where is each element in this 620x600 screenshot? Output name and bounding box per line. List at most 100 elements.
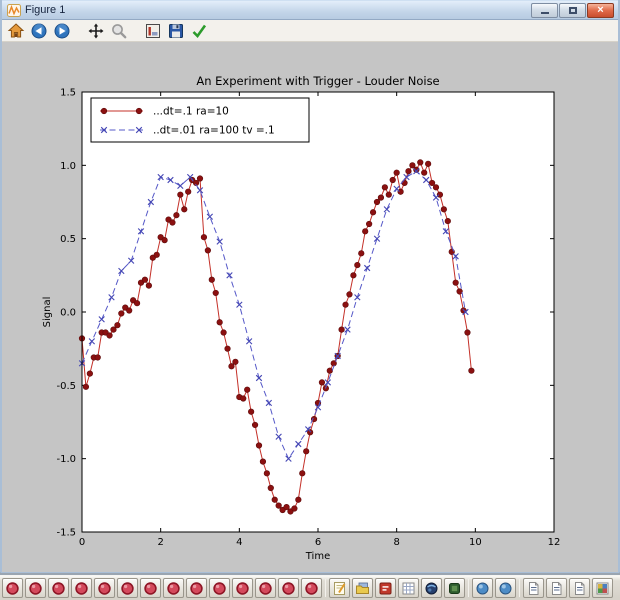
x-tick-label: 4	[236, 537, 242, 548]
globe-icon	[425, 582, 438, 594]
zoom-icon	[112, 23, 127, 38]
pan-tool-button[interactable]	[86, 21, 106, 41]
y-axis-label: Signal	[42, 297, 53, 328]
taskbar-button-blue-sphere[interactable]	[472, 578, 493, 598]
notepad-icon	[334, 581, 346, 595]
taskbar-button-document[interactable]	[523, 578, 544, 598]
figure-window: Figure 1 × An Experiment with Trigger - …	[0, 0, 620, 573]
save-tool-button[interactable]	[166, 21, 186, 41]
pdf-icon	[379, 582, 392, 594]
x-tick-label: 10	[469, 537, 482, 548]
red-dot-icon	[144, 581, 157, 595]
back-icon	[31, 23, 47, 38]
y-tick-label: 1.0	[60, 161, 76, 172]
document-icon	[575, 581, 585, 595]
plot-title: An Experiment with Trigger - Louder Nois…	[196, 74, 439, 88]
taskbar-button-red-dot[interactable]	[186, 578, 207, 598]
taskbar-button-grid[interactable]	[398, 578, 419, 598]
forward-icon	[54, 23, 70, 38]
taskbar-button-red-dot[interactable]	[163, 578, 184, 598]
blue-sphere-icon	[499, 582, 512, 594]
grid-icon	[402, 582, 415, 594]
taskbar-button-red-dot[interactable]	[255, 578, 276, 598]
desktop: Figure 1 × An Experiment with Trigger - …	[0, 0, 620, 600]
x-tick-label: 2	[157, 537, 163, 548]
matplotlib-toolbar	[2, 20, 618, 42]
home-tool-button[interactable]	[6, 21, 26, 41]
taskbar	[0, 575, 620, 600]
maximize-button[interactable]	[559, 2, 586, 18]
taskbar-button-pdf[interactable]	[375, 578, 396, 598]
red-dot-icon	[305, 581, 318, 595]
red-dot-icon	[282, 581, 295, 595]
red-dot-icon	[121, 581, 134, 595]
check-icon	[192, 24, 207, 38]
window-controls: ×	[531, 2, 614, 18]
red-dot-icon	[52, 581, 65, 595]
taskbar-button-red-dot[interactable]	[25, 578, 46, 598]
zoom-tool-button[interactable]	[109, 21, 129, 41]
y-tick-label: 1.5	[60, 88, 76, 99]
red-dot-icon	[259, 581, 272, 595]
taskbar-button-red-dot[interactable]	[48, 578, 69, 598]
x-tick-label: 8	[393, 537, 399, 548]
y-tick-label: 0.0	[60, 308, 76, 319]
taskbar-separator	[468, 579, 469, 597]
taskbar-button-green-app[interactable]	[444, 578, 465, 598]
taskbar-button-red-dot[interactable]	[71, 578, 92, 598]
taskbar-button-red-dot[interactable]	[2, 578, 23, 598]
check-tool-button[interactable]	[189, 21, 209, 41]
taskbar-button-red-dot[interactable]	[94, 578, 115, 598]
taskbar-button-notepad[interactable]	[329, 578, 350, 598]
subplots-tool-button[interactable]	[143, 21, 163, 41]
minimize-button[interactable]	[531, 2, 558, 18]
taskbar-separator	[519, 579, 520, 597]
document-icon	[529, 581, 539, 595]
x-tick-label: 0	[79, 537, 85, 548]
taskbar-button-photos[interactable]	[592, 578, 613, 598]
taskbar-button-blue-sphere[interactable]	[495, 578, 516, 598]
taskbar-button-document[interactable]	[569, 578, 590, 598]
y-tick-label: -1.5	[56, 528, 76, 539]
document-icon	[552, 581, 562, 595]
figure-area: An Experiment with Trigger - Louder Nois…	[2, 42, 618, 572]
back-tool-button[interactable]	[29, 21, 49, 41]
subplots-icon	[146, 23, 160, 38]
figure-canvas[interactable]: An Experiment with Trigger - Louder Nois…	[2, 42, 618, 572]
axes-background	[82, 92, 554, 532]
home-icon	[7, 22, 25, 37]
red-dot-icon	[29, 581, 42, 595]
red-dot-icon	[167, 581, 180, 595]
legend-label: ...dt=.1 ra=10	[153, 106, 229, 118]
forward-tool-button[interactable]	[52, 21, 72, 41]
red-dot-icon	[98, 581, 111, 595]
taskbar-button-red-dot[interactable]	[301, 578, 322, 598]
save-icon	[169, 23, 183, 38]
taskbar-button-folder[interactable]	[352, 578, 373, 598]
legend-label: ..dt=.01 ra=100 tv =.1	[153, 125, 275, 137]
taskbar-button-red-dot[interactable]	[232, 578, 253, 598]
taskbar-button-red-dot[interactable]	[209, 578, 230, 598]
legend: ...dt=.1 ra=10 ..dt=.01 ra=100 tv =.1	[90, 97, 310, 143]
pan-icon	[88, 23, 104, 38]
red-dot-icon	[213, 581, 226, 595]
red-dot-icon	[75, 581, 88, 595]
titlebar[interactable]: Figure 1 ×	[2, 0, 618, 20]
y-tick-label: -1.0	[56, 454, 76, 465]
taskbar-button-red-dot[interactable]	[140, 578, 161, 598]
photos-icon	[596, 582, 609, 594]
window-title: Figure 1	[25, 4, 66, 16]
taskbar-button-red-dot[interactable]	[117, 578, 138, 598]
y-tick-label: -0.5	[56, 381, 76, 392]
matplotlib-icon	[7, 3, 21, 17]
green-app-icon	[449, 582, 460, 594]
red-dot-icon	[190, 581, 203, 595]
folder-icon	[356, 582, 369, 594]
taskbar-button-document[interactable]	[546, 578, 567, 598]
x-tick-label: 6	[315, 537, 321, 548]
taskbar-button-red-dot[interactable]	[278, 578, 299, 598]
y-tick-label: 0.5	[60, 234, 76, 245]
taskbar-button-globe[interactable]	[421, 578, 442, 598]
x-axis-label: Time	[305, 551, 330, 562]
close-button[interactable]: ×	[587, 2, 614, 18]
